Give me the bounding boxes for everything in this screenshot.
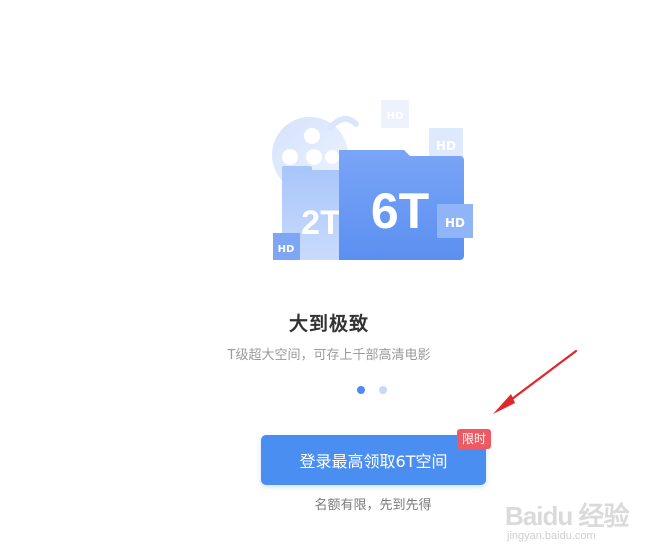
svg-text:HD: HD [436, 139, 456, 153]
red-arrow-annotation [493, 349, 578, 414]
hd-card-icon: HD [381, 100, 409, 128]
svg-text:2T: 2T [301, 204, 341, 242]
slide-title: 大到极致 [288, 313, 369, 335]
watermark-url: jingyan.baidu.com [507, 530, 596, 542]
hd-small-icon: HD [273, 233, 300, 260]
limited-time-badge: 限时 [457, 429, 492, 449]
baidu-jingyan-watermark: Baidu 经验 jingyan.baidu.com [505, 492, 655, 552]
login-button[interactable]: 登录最高领取6T空间 [261, 435, 486, 485]
svg-text:HD: HD [387, 111, 404, 122]
pagination-dot[interactable] [379, 386, 387, 394]
svg-text:6T: 6T [371, 183, 429, 239]
cloud-storage-illustration: HD HD 2T HD 6T HD [272, 100, 473, 260]
svg-text:HD: HD [445, 216, 465, 230]
watermark-text: Baidu 经验 [505, 501, 629, 531]
hd-badge-icon: HD [437, 204, 473, 238]
svg-text:HD: HD [278, 244, 295, 255]
pagination-dot-active[interactable] [357, 386, 365, 394]
